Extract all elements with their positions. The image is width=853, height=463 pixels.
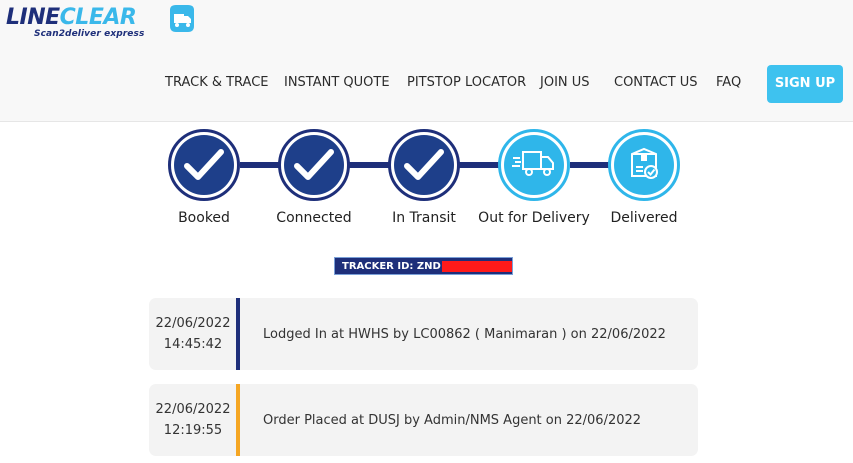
nav-contact-us[interactable]: CONTACT US [614, 75, 698, 90]
package-delivered-icon [631, 147, 658, 179]
event-date: 22/06/2022 [155, 316, 231, 331]
step-delivered [608, 129, 680, 201]
step-booked [168, 129, 240, 201]
tracker-id-badge: TRACKER ID: ZND [334, 257, 513, 275]
nav-instant-quote[interactable]: INSTANT QUOTE [284, 75, 390, 90]
nav-track-trace[interactable]: TRACK & TRACE [165, 75, 269, 90]
tracking-event-row: 22/06/2022 12:19:55 Order Placed at DUSJ… [149, 384, 698, 456]
event-status-bar [236, 384, 240, 456]
lineclear-logo[interactable]: LINECLEAR Scan2deliver express [6, 4, 196, 40]
check-icon [404, 149, 444, 180]
event-time: 12:19:55 [163, 423, 223, 438]
event-datetime: 22/06/2022 14:45:42 [149, 298, 237, 370]
step-connected [278, 129, 350, 201]
step-out-for-delivery [498, 129, 570, 201]
logo-truck-icon [170, 5, 194, 32]
delivery-truck-icon [512, 151, 554, 176]
tracking-event-row: 22/06/2022 14:45:42 Lodged In at HWHS by… [149, 298, 698, 370]
logo-wordmark: LINECLEAR [6, 4, 137, 32]
sign-up-button[interactable]: SIGN UP [767, 65, 843, 103]
event-description: Lodged In at HWHS by LC00862 ( Manimaran… [263, 326, 666, 342]
check-icon [184, 149, 224, 180]
event-description: Order Placed at DUSJ by Admin/NMS Agent … [263, 412, 642, 428]
logo-tagline: Scan2deliver express [34, 29, 145, 39]
step-label-delivered: Delivered [610, 210, 678, 226]
site-header: LINECLEAR Scan2deliver express TRACK & T… [0, 0, 853, 122]
delivery-progress-stepper: Booked Connected In Transit Out for Deli… [0, 122, 853, 232]
check-icon [294, 149, 334, 180]
nav-faq[interactable]: FAQ [716, 75, 741, 90]
redacted-tracker-number [441, 260, 512, 272]
event-time: 14:45:42 [163, 337, 223, 352]
event-datetime: 22/06/2022 12:19:55 [149, 384, 237, 456]
tracker-id-label: TRACKER ID: ZND [342, 260, 441, 272]
event-status-bar [236, 298, 240, 370]
event-date: 22/06/2022 [155, 402, 231, 417]
step-in-transit [388, 129, 460, 201]
logo-word-line: LINE [6, 5, 60, 30]
nav-pitstop-locator[interactable]: PITSTOP LOCATOR [407, 75, 526, 90]
nav-join-us[interactable]: JOIN US [540, 75, 590, 90]
progress-connector-line [570, 162, 610, 168]
logo-word-clear: CLEAR [59, 5, 137, 30]
